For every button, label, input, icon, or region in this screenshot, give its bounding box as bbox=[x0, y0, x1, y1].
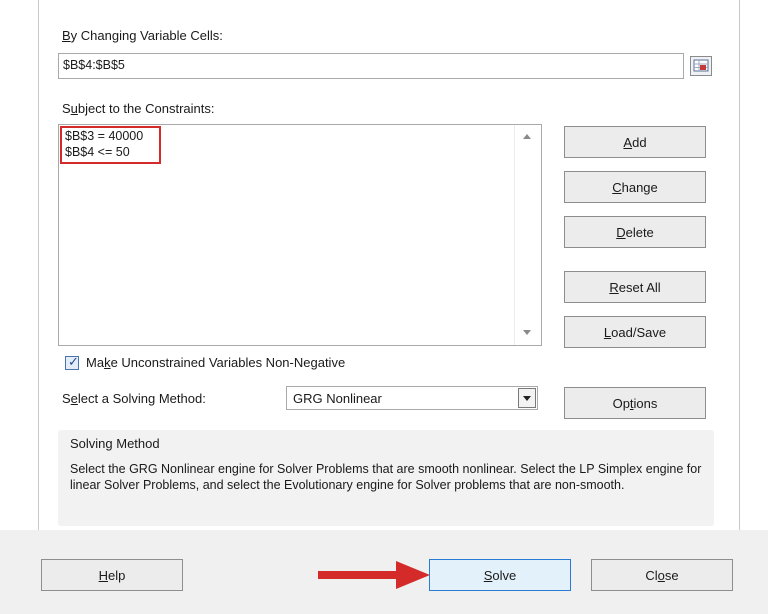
scroll-up-icon[interactable] bbox=[523, 134, 531, 139]
solving-method-label: Select a Solving Method: bbox=[62, 391, 206, 406]
variable-cells-label: By Changing Variable Cells: bbox=[62, 28, 223, 43]
non-negative-checkbox[interactable]: ✓ bbox=[65, 354, 79, 370]
solve-button[interactable]: Solve bbox=[429, 559, 571, 591]
delete-button[interactable]: Delete bbox=[564, 216, 706, 248]
help-button[interactable]: Help bbox=[41, 559, 183, 591]
add-button[interactable]: Add bbox=[564, 126, 706, 158]
solving-method-select[interactable]: GRG Nonlinear bbox=[286, 386, 538, 410]
constraints-list[interactable]: $B$3 = 40000 $B$4 <= 50 bbox=[58, 124, 542, 346]
chevron-down-icon bbox=[523, 396, 531, 401]
checkmark-icon: ✓ bbox=[68, 354, 79, 369]
solver-parameters-screenshot: By Changing Variable Cells: $B$4:$B$5 Su… bbox=[0, 0, 768, 614]
scroll-down-icon[interactable] bbox=[523, 330, 531, 335]
load-save-button[interactable]: Load/Save bbox=[564, 316, 706, 348]
close-button[interactable]: Close bbox=[591, 559, 733, 591]
constraints-scrollbar[interactable] bbox=[514, 125, 541, 345]
solving-method-dropdown-button[interactable] bbox=[518, 388, 536, 408]
solving-method-info: Solving Method Select the GRG Nonlinear … bbox=[58, 430, 714, 526]
solving-method-description: Select the GRG Nonlinear engine for Solv… bbox=[70, 462, 702, 492]
range-select-icon bbox=[693, 59, 709, 72]
constraint-item[interactable]: $B$4 <= 50 bbox=[65, 145, 130, 159]
variable-cells-input[interactable]: $B$4:$B$5 bbox=[58, 53, 684, 79]
solving-method-title: Solving Method bbox=[70, 436, 160, 451]
options-button[interactable]: Options bbox=[564, 387, 706, 419]
reset-all-button[interactable]: Reset All bbox=[564, 271, 706, 303]
non-negative-label[interactable]: Make Unconstrained Variables Non-Negativ… bbox=[86, 355, 345, 370]
constraint-item[interactable]: $B$3 = 40000 bbox=[65, 129, 143, 143]
change-button[interactable]: Change bbox=[564, 171, 706, 203]
constraints-label: Subject to the Constraints: bbox=[62, 101, 215, 116]
annotation-arrow-icon bbox=[318, 561, 430, 589]
variable-cells-range-button[interactable] bbox=[690, 56, 712, 76]
solving-method-value: GRG Nonlinear bbox=[293, 391, 382, 406]
